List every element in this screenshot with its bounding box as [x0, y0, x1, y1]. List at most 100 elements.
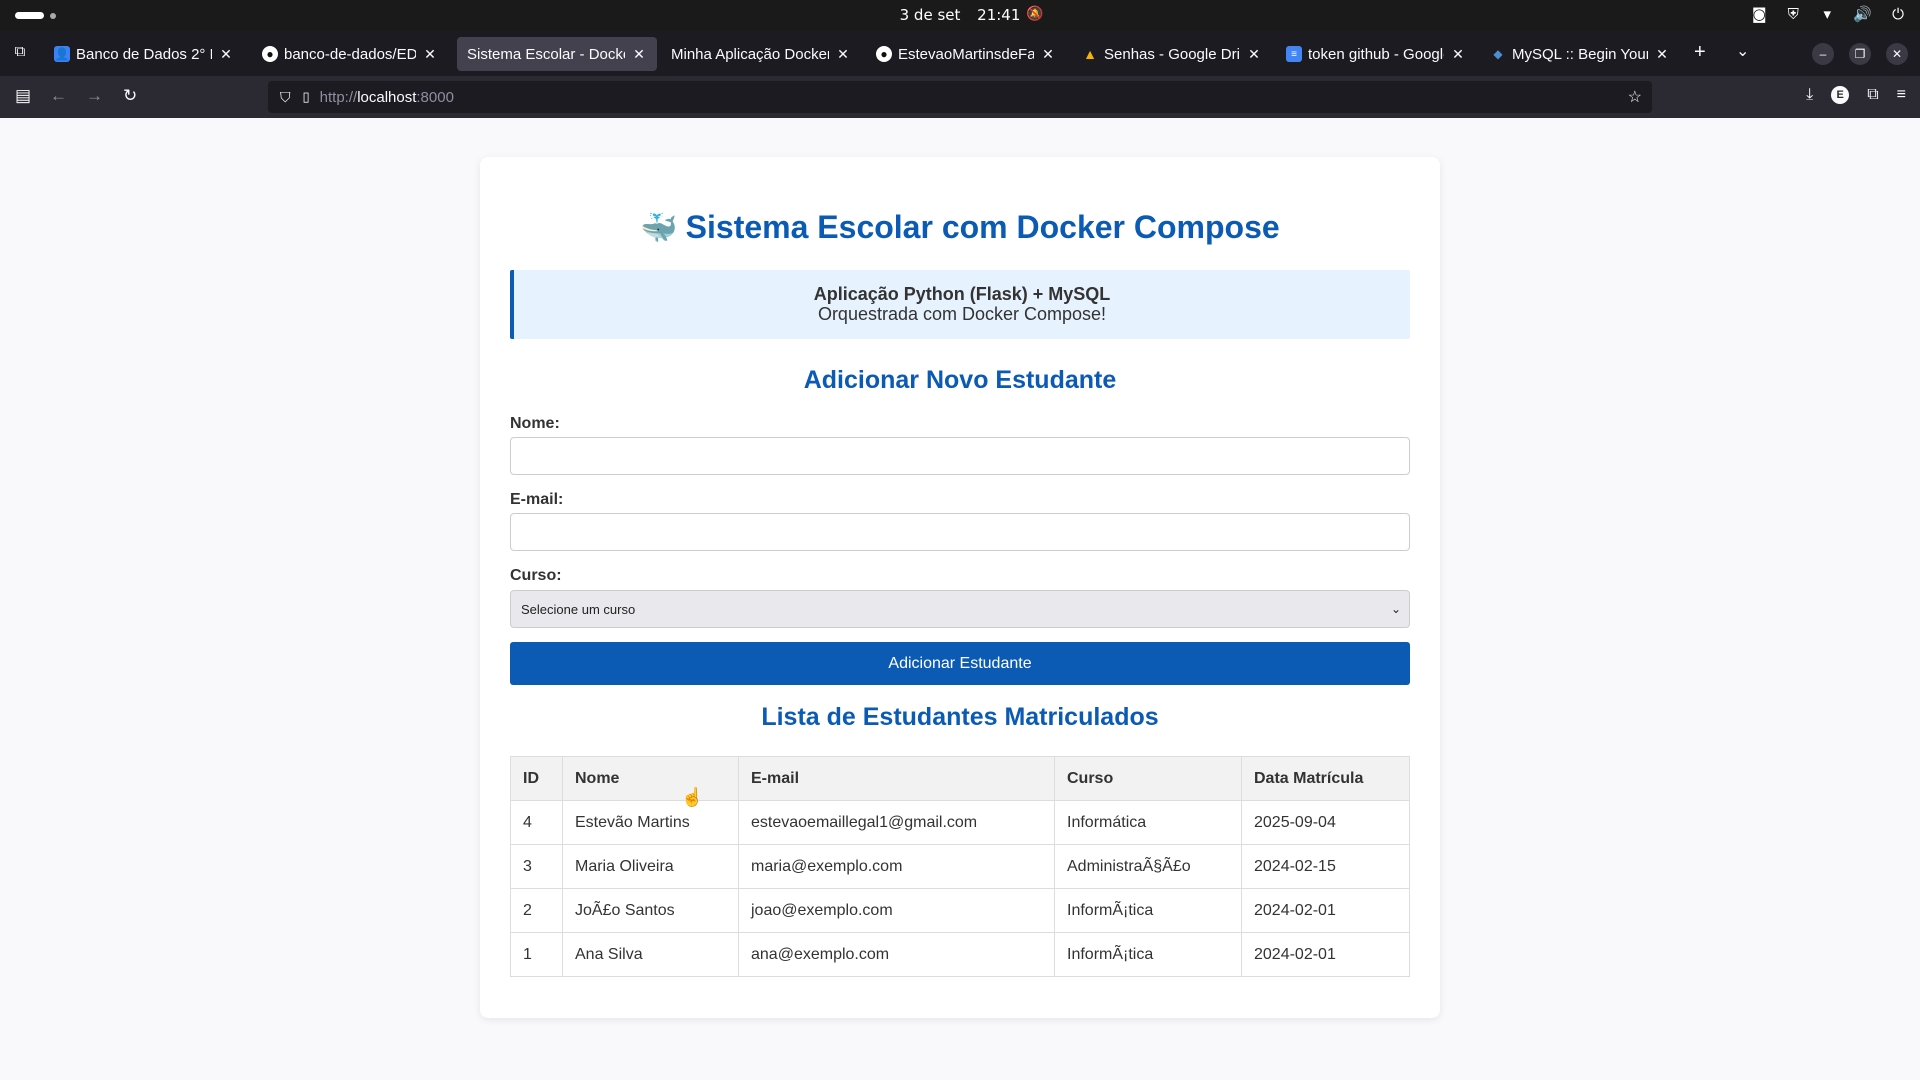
table-row: 1 Ana Silva ana@exemplo.com InformÃ¡tica… — [510, 932, 1410, 977]
volume-icon[interactable]: 🔊 — [1853, 5, 1872, 23]
page-title: 🐳 Sistema Escolar com Docker Compose — [510, 209, 1410, 246]
github-icon: ● — [262, 46, 278, 62]
info-line-2: Orquestrada com Docker Compose! — [817, 304, 1107, 324]
forward-button[interactable]: → — [86, 86, 103, 106]
reload-button[interactable]: ↻ — [123, 86, 137, 106]
url-prefix: http:// — [319, 88, 358, 106]
cell-date: 2024-02-15 — [1241, 844, 1410, 889]
cell-name: JoÃ£o Santos — [562, 888, 739, 933]
system-top-bar: 3 de set 21:41 🔕 ◙ ⛨ ▾ 🔊 ⏻ — [0, 0, 1920, 31]
close-icon[interactable]: ✕ — [1246, 46, 1262, 63]
close-icon[interactable]: ✕ — [835, 46, 851, 63]
sidebar-toggle-icon[interactable]: ▤ — [15, 86, 31, 106]
chevron-down-icon: ⌄ — [1390, 602, 1401, 616]
close-icon[interactable]: ✕ — [1654, 46, 1670, 63]
address-bar[interactable]: ⛉ ▯ http://localhost:8000 ☆ — [268, 81, 1652, 113]
cell-email: joao@exemplo.com — [738, 888, 1055, 933]
minimize-button[interactable]: – — [1812, 43, 1834, 65]
notification-bell-icon[interactable]: 🔕 — [1026, 6, 1043, 22]
tab-title: token github - Google — [1308, 45, 1444, 63]
name-label: Nome: — [510, 415, 560, 432]
tab-banco-de-dados[interactable]: 👤 Banco de Dados 2° Per ✕ — [44, 37, 244, 71]
header-date: Data Matrícula — [1241, 756, 1410, 801]
cell-id: 2 — [510, 888, 563, 933]
menu-icon[interactable]: ≡ — [1897, 86, 1906, 104]
power-icon[interactable]: ⏻ — [1890, 5, 1906, 23]
toolbar-right: ⤓ E ⧉ ≡ — [1806, 86, 1906, 104]
navigation-bar: ▤ ← → ↻ ⛉ ▯ http://localhost:8000 ☆ ⤓ E … — [0, 76, 1920, 118]
system-tray[interactable]: ◙ ⛨ ▾ 🔊 ⏻ — [1751, 5, 1906, 23]
chevron-down-icon[interactable]: ⌄ — [1736, 41, 1749, 61]
extensions-icon[interactable]: ⧉ — [1867, 86, 1878, 104]
close-icon[interactable]: ✕ — [1450, 46, 1466, 63]
page-title-text: Sistema Escolar com Docker Compose — [685, 209, 1280, 245]
download-icon[interactable]: ⤓ — [1806, 86, 1813, 104]
page-viewport: 🐳 Sistema Escolar com Docker Compose Apli… — [0, 118, 1920, 1080]
header-email: E-mail — [738, 756, 1055, 801]
tab-title: Senhas - Google Drive — [1104, 45, 1240, 63]
list-title: Lista de Estudantes Matriculados — [761, 703, 1159, 731]
email-label: E-mail: — [510, 491, 564, 508]
add-student-button[interactable]: Adicionar Estudante — [510, 642, 1410, 685]
main-card: 🐳 Sistema Escolar com Docker Compose Apli… — [480, 157, 1440, 1018]
mysql-icon: ◆ — [1493, 47, 1503, 61]
close-icon[interactable]: ✕ — [218, 46, 234, 63]
whale-icon: 🐳 — [640, 212, 678, 245]
course-select-value: Selecione um curso — [521, 601, 636, 617]
form-title: Adicionar Novo Estudante — [803, 366, 1117, 394]
close-icon[interactable]: ✕ — [1040, 46, 1056, 63]
email-input[interactable] — [510, 513, 1410, 551]
clock[interactable]: 3 de set 21:41 — [0, 6, 1920, 24]
wifi-icon[interactable]: ▾ — [1819, 5, 1835, 23]
add-student-form: Nome: E-mail: Curso: Selecione um curso … — [510, 415, 1410, 685]
header-course: Curso — [1054, 756, 1242, 801]
cell-name: Maria Oliveira — [562, 844, 739, 889]
discord-icon[interactable]: ◙ — [1751, 5, 1767, 23]
clock-date: 3 de set — [899, 6, 961, 24]
url-text[interactable]: http://localhost:8000 — [320, 89, 454, 106]
tab-google-drive[interactable]: ▲ Senhas - Google Drive ✕ — [1072, 37, 1272, 71]
window-close-button[interactable]: ✕ — [1886, 43, 1908, 65]
tab-github-estevao[interactable]: ● EstevaoMartinsdeFaria ✕ — [866, 37, 1066, 71]
new-tab-button[interactable]: + — [1694, 42, 1706, 62]
cell-course: AdministraÃ§Ã£o — [1054, 844, 1242, 889]
restore-button[interactable]: ❐ — [1849, 43, 1871, 65]
tab-mysql[interactable]: ◆ MySQL :: Begin Your D ✕ — [1480, 37, 1680, 71]
tab-bar: ⧉ 👤 Banco de Dados 2° Per ✕ ● banco-de-d… — [0, 31, 1920, 76]
back-button[interactable]: ← — [50, 86, 67, 106]
table-header-row: ID Nome E-mail Curso Data Matrícula — [510, 756, 1410, 801]
cell-name: Ana Silva — [562, 932, 739, 977]
bookmark-star-icon[interactable]: ☆ — [1628, 87, 1642, 107]
info-banner: Aplicação Python (Flask) + MySQL Orquest… — [510, 270, 1410, 339]
tab-minha-aplicacao[interactable]: Minha Aplicação Docker ✕ — [661, 37, 861, 71]
account-icon[interactable]: E — [1831, 86, 1850, 104]
cell-email: estevaoemaillegal1@gmail.com — [738, 800, 1055, 845]
table-row: 2 JoÃ£o Santos joao@exemplo.com InformÃ¡… — [510, 888, 1410, 933]
cell-email: ana@exemplo.com — [738, 932, 1055, 977]
shield-icon[interactable]: ⛨ — [1785, 5, 1801, 23]
close-icon[interactable]: ✕ — [631, 46, 647, 63]
course-select[interactable]: Selecione um curso ⌄ — [510, 590, 1410, 628]
clock-time: 21:41 — [977, 6, 1021, 24]
close-icon[interactable]: ✕ — [422, 46, 438, 63]
firefox-view-icon[interactable]: ⧉ — [10, 43, 30, 63]
cell-name: Estevão Martins — [562, 800, 739, 845]
cell-id: 3 — [510, 844, 563, 889]
tab-google-docs[interactable]: ≡ token github - Google ✕ — [1276, 37, 1476, 71]
students-table: ID Nome E-mail Curso Data Matrícula 4 Es… — [510, 756, 1410, 977]
tab-github-banco[interactable]: ● banco-de-dados/ED2 a ✕ — [252, 37, 448, 71]
info-line-1: Aplicação Python (Flask) + MySQL — [813, 284, 1111, 304]
cell-course: InformÃ¡tica — [1054, 888, 1242, 933]
table-row: 4 Estevão Martins estevaoemaillegal1@gma… — [510, 800, 1410, 845]
header-id: ID — [510, 756, 563, 801]
course-label: Curso: — [510, 567, 562, 584]
url-port: :8000 — [416, 88, 454, 106]
tab-sistema-escolar[interactable]: Sistema Escolar - Docker ✕ — [457, 37, 657, 71]
people-icon: 👤 — [54, 46, 70, 62]
tab-title: Minha Aplicação Docker — [671, 45, 829, 63]
tab-title: banco-de-dados/ED2 a — [284, 45, 416, 63]
shield-icon[interactable]: ⛉ — [280, 89, 291, 106]
name-input[interactable] — [510, 437, 1410, 475]
page-info-icon[interactable]: ▯ — [303, 89, 310, 105]
mouse-pointer-icon: ☝ — [681, 787, 704, 807]
